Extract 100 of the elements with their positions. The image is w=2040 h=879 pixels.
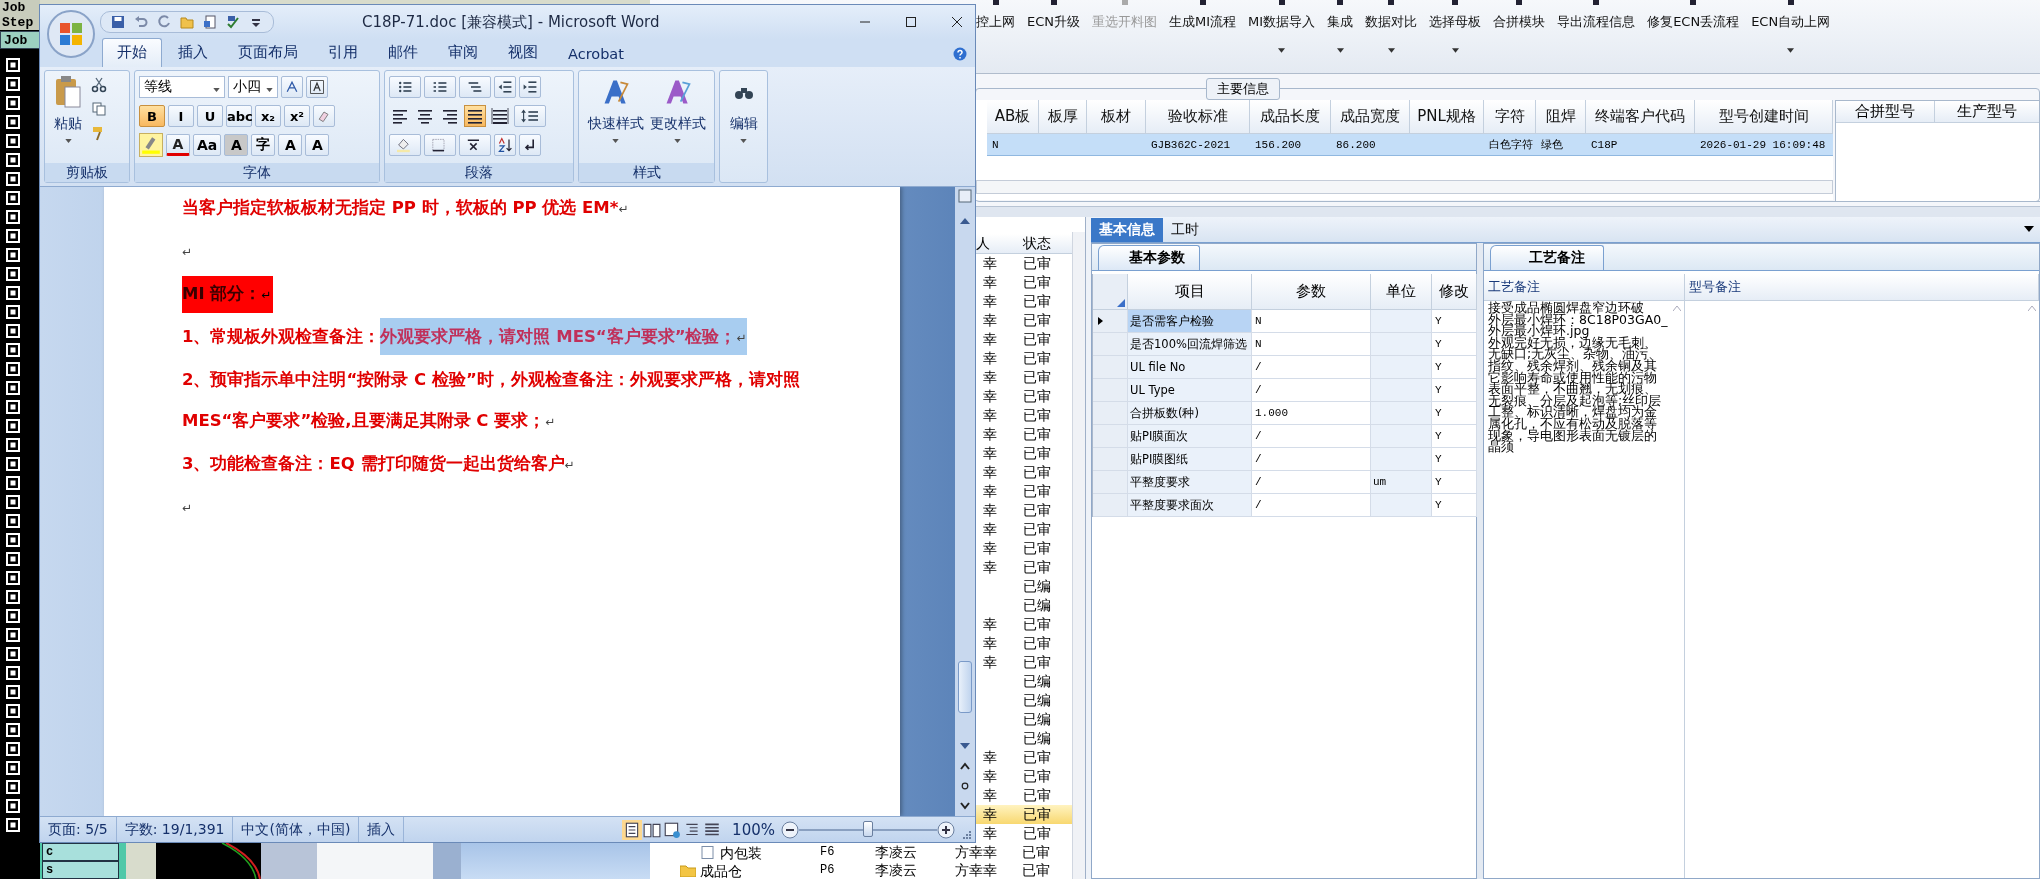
status-item[interactable]: 页面: 5/5 [40,817,117,842]
tab[interactable]: 基本参数 [1098,245,1200,270]
toolbar-button[interactable]: 修复ECN丢流程 [1647,0,1740,60]
list-row[interactable]: 幸 已审 [976,634,1073,653]
column-header[interactable]: 状态 [1023,234,1073,253]
format-button[interactable]: A [305,134,330,156]
paste-button[interactable]: 粘贴 [45,71,91,163]
list-row[interactable]: 幸 已审 [976,501,1073,520]
toolbar-button[interactable]: 选择母板 [1429,0,1482,60]
list-row[interactable]: 幸 已审 [976,558,1073,577]
tab[interactable]: 基本信息 [1091,218,1163,242]
column-header[interactable]: 工艺备注 [1484,274,1685,301]
list-row[interactable]: 幸 已审 [976,349,1073,368]
toolbar-button[interactable]: 导出流程信息 [1557,0,1636,60]
ribbon-tab[interactable]: 视图 [494,39,552,67]
list-row[interactable]: 幸 已审 [976,786,1073,805]
list-row[interactable]: 幸 已审 [976,539,1073,558]
list-row[interactable]: 幸 已审 [976,273,1073,292]
toolbar-button[interactable]: MI数据导入 [1248,0,1316,60]
format-button[interactable]: U [197,105,223,127]
toolbar-button[interactable]: ECN升级 [1027,0,1080,60]
format-button[interactable]: x² [284,105,310,127]
list-row[interactable]: 幸 已审 [976,463,1073,482]
ribbon-tab[interactable]: 引用 [314,39,372,67]
list-row[interactable]: 已编 [976,577,1073,596]
format-button[interactable]: x₂ [255,105,281,127]
list-row[interactable]: 已编 [976,729,1073,748]
styles-button[interactable]: 更改样式 [649,71,706,163]
column-header[interactable]: 验收标准 [1146,100,1250,134]
tab[interactable]: 工艺备注 [1490,245,1604,270]
status-item[interactable]: 字数: 19/1,391 [116,817,234,842]
format-button[interactable]: A [166,134,190,156]
toolbar-button[interactable]: 控上网 [976,0,1015,60]
font-size-field[interactable]: 小四 [228,76,278,98]
toolbar-button[interactable]: ECN自动上网 [1751,0,1831,60]
column-header[interactable]: AB板 [987,100,1039,134]
list-row[interactable]: 幸 已审 [976,444,1073,463]
column-header[interactable]: 合拼型号 [1836,101,1935,123]
ribbon-tab[interactable]: 页面布局 [224,39,312,67]
column-header[interactable]: 项目 [1128,274,1252,310]
column-header[interactable]: 型号创建时间 [1695,100,1833,134]
list-row[interactable]: 成品仓 P6 李凌云 方幸幸 已审 [650,861,1072,879]
list-row[interactable]: 幸 已审 [976,406,1073,425]
list-row[interactable]: 幸 已审 [976,482,1073,501]
list-row[interactable]: 幸 已审 [976,520,1073,539]
list-row[interactable]: 幸 已审 [976,824,1073,843]
format-button[interactable]: B [139,105,165,127]
tab[interactable]: 工时 [1163,218,1207,242]
column-header[interactable]: 板材 [1087,100,1146,134]
column-header[interactable]: 生产型号 [1935,101,2040,123]
list-row[interactable]: 已编 [976,710,1073,729]
list-row[interactable]: 幸 已审 [976,425,1073,444]
column-header[interactable]: 参数 [1252,274,1371,310]
toolbar-button[interactable]: 合拼模块 [1493,0,1546,60]
status-item[interactable]: 插入 [359,817,405,842]
column-header[interactable]: 人 [976,234,1023,253]
column-header[interactable]: 修改 [1432,274,1477,310]
format-button[interactable]: 字 [251,134,276,156]
status-item[interactable]: 中文(简体，中国) [233,817,360,842]
column-header[interactable]: 阻焊 [1536,100,1586,134]
list-row[interactable]: 幸 已审 [976,330,1073,349]
list-row[interactable]: 幸 已审 [976,387,1073,406]
list-row[interactable]: 已编 [976,596,1073,615]
column-header[interactable]: PNL规格 [1410,100,1484,134]
column-header[interactable]: 单位 [1371,274,1432,310]
format-button[interactable]: abc [226,105,252,127]
list-row[interactable]: 幸 已审 [976,748,1073,767]
list-item[interactable]: s [42,861,119,879]
ribbon-tab[interactable]: 审阅 [434,39,492,67]
list-row[interactable]: 幸 已审 [976,805,1073,824]
list-row[interactable]: 幸 已审 [976,311,1073,330]
column-header[interactable]: 成品长度 [1250,100,1331,134]
zoom-level[interactable]: 100% [732,820,775,839]
list-row[interactable]: 幸 已审 [976,254,1073,273]
toolbar-button[interactable]: 集成 [1327,0,1354,60]
column-header[interactable]: 板厚 [1039,100,1087,134]
list-row[interactable]: 已编 [976,672,1073,691]
list-row[interactable]: 已编 [976,691,1073,710]
list-row[interactable]: 幸 已审 [976,653,1073,672]
toolbar-button[interactable]: 数据对比 [1365,0,1418,60]
column-header[interactable]: 型号备注 [1685,274,2039,301]
column-header[interactable]: 成品宽度 [1331,100,1410,134]
toolbar-button[interactable]: 生成MI流程 [1169,0,1237,60]
format-button[interactable]: I [168,105,194,127]
list-row[interactable]: 幸 已审 [976,292,1073,311]
format-button[interactable]: Aa [193,134,222,156]
list-row[interactable]: 幸 已审 [976,368,1073,387]
list-row[interactable]: 内包装 F6 李凌云 方幸幸 已审 [650,843,1072,861]
ribbon-tab[interactable]: 插入 [164,39,222,67]
ribbon-tab[interactable]: 邮件 [374,39,432,67]
job-button[interactable]: Job [0,31,40,49]
list-row[interactable]: 幸 已审 [976,615,1073,634]
ribbon-tab[interactable]: Acrobat [554,42,638,67]
format-button[interactable]: A [278,134,303,156]
column-header[interactable]: 终端客户代码 [1586,100,1695,134]
column-header[interactable]: 字符 [1484,100,1536,134]
list-row[interactable]: 幸 已审 [976,767,1073,786]
styles-button[interactable]: 快速样式 [587,71,644,163]
font-name-field[interactable]: 等线 [139,76,225,98]
ribbon-tab[interactable]: 开始 [102,38,162,67]
